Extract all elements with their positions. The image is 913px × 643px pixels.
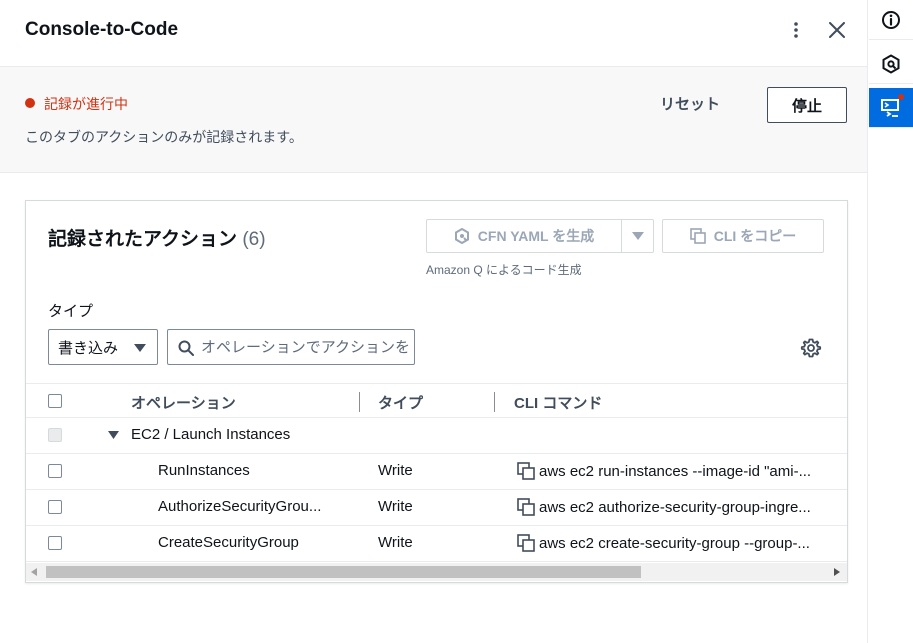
generate-label: CFN YAML を生成	[477, 228, 595, 244]
row-cli: aws ec2 authorize-security-group-ingre..…	[517, 498, 839, 516]
console-to-code-icon[interactable]	[869, 88, 913, 128]
table-group-row: EC2 / Launch Instances	[26, 418, 847, 454]
row-cli: aws ec2 create-security-group --group-..…	[517, 534, 839, 552]
caret-down-icon[interactable]	[108, 431, 119, 439]
row-operation: AuthorizeSecurityGrou...	[158, 498, 322, 515]
group-checkbox	[48, 428, 62, 442]
scroll-left-arrow-icon[interactable]	[31, 568, 37, 576]
row-operation: RunInstances	[158, 462, 250, 479]
search-icon	[178, 340, 194, 356]
copy-icon[interactable]	[517, 534, 535, 552]
column-resizer[interactable]	[494, 392, 495, 412]
recording-section: 記録が進行中 このタブのアクションのみが記録されます。 リセット 停止	[0, 67, 867, 173]
column-header-operation[interactable]: オペレーション	[131, 392, 236, 413]
generate-dropdown-button[interactable]	[622, 220, 654, 252]
copy-icon[interactable]	[517, 462, 535, 480]
search-field[interactable]	[167, 329, 415, 365]
row-cli-command: aws ec2 create-security-group --group-..…	[539, 534, 810, 552]
more-vertical-icon[interactable]	[784, 18, 808, 42]
scroll-right-arrow-icon[interactable]	[834, 568, 840, 576]
horizontal-scrollbar[interactable]	[26, 563, 847, 581]
copy-cli-label: CLI をコピー	[713, 228, 797, 244]
row-checkbox[interactable]	[48, 464, 62, 478]
table-row: RunInstances Write aws ec2 run-instances…	[26, 454, 847, 490]
generate-cfn-yaml-button[interactable]: CFN YAML を生成	[427, 220, 622, 252]
table-header: オペレーション タイプ CLI コマンド	[26, 383, 847, 418]
close-icon[interactable]	[825, 18, 849, 42]
row-cli-command: aws ec2 authorize-security-group-ingre..…	[539, 498, 811, 516]
info-icon[interactable]	[869, 0, 913, 40]
gear-icon[interactable]	[800, 337, 822, 359]
recorded-actions-count: (6)	[242, 229, 266, 250]
select-all-checkbox[interactable]	[48, 394, 62, 408]
row-type: Write	[378, 534, 413, 551]
recording-dot-icon	[25, 98, 35, 108]
column-resizer[interactable]	[359, 392, 360, 412]
copy-icon[interactable]	[517, 498, 535, 516]
copy-cli-button[interactable]: CLI をコピー	[662, 219, 824, 253]
type-filter-select[interactable]: 書き込み	[48, 329, 158, 365]
amazon-q-icon	[454, 228, 469, 244]
row-type: Write	[378, 498, 413, 515]
recorded-actions-title: 記録されたアクション (6)	[48, 224, 266, 251]
row-cli: aws ec2 run-instances --image-id "ami-..…	[517, 462, 839, 480]
row-checkbox[interactable]	[48, 536, 62, 550]
caret-down-icon	[632, 232, 644, 240]
type-filter-label: タイプ	[48, 303, 94, 320]
row-operation: CreateSecurityGroup	[158, 534, 299, 551]
table-row: CreateSecurityGroup Write aws ec2 create…	[26, 526, 847, 562]
recording-badge-icon	[898, 94, 904, 100]
search-input[interactable]	[201, 336, 409, 358]
panel-title: Console-to-Code	[25, 19, 179, 40]
console-to-code-panel: Console-to-Code 記録が進行中 このタブのアクションのみが記録され…	[0, 0, 868, 643]
cloudshell-icon[interactable]	[869, 44, 913, 84]
caret-down-icon	[134, 344, 146, 352]
row-cli-command: aws ec2 run-instances --image-id "ami-..…	[539, 462, 812, 480]
stop-button[interactable]: 停止	[767, 87, 847, 123]
scrollbar-thumb[interactable]	[46, 566, 641, 578]
table-row: AuthorizeSecurityGrou... Write aws ec2 a…	[26, 490, 847, 526]
recorded-actions-heading: 記録されたアクション	[48, 229, 238, 250]
side-rail	[869, 0, 913, 643]
actions-table: オペレーション タイプ CLI コマンド EC2 / Launch Instan…	[26, 383, 847, 562]
generate-caption: Amazon Q によるコード生成	[426, 263, 582, 277]
recording-note: このタブのアクションのみが記録されます。	[25, 129, 303, 145]
type-filter-value: 書き込み	[58, 339, 119, 357]
copy-icon	[689, 228, 706, 244]
group-label: EC2 / Launch Instances	[131, 426, 291, 443]
recorded-actions-card: 記録されたアクション (6) CFN YAML を生成 CLI をコピー Ama…	[25, 200, 848, 583]
row-checkbox[interactable]	[48, 500, 62, 514]
panel-header: Console-to-Code	[0, 0, 867, 67]
column-header-cli[interactable]: CLI コマンド	[514, 392, 602, 413]
generate-split-button: CFN YAML を生成	[426, 219, 654, 253]
recording-status: 記録が進行中	[44, 96, 128, 112]
row-type: Write	[378, 462, 413, 479]
reset-button[interactable]: リセット	[660, 93, 720, 114]
column-header-type[interactable]: タイプ	[378, 392, 423, 413]
